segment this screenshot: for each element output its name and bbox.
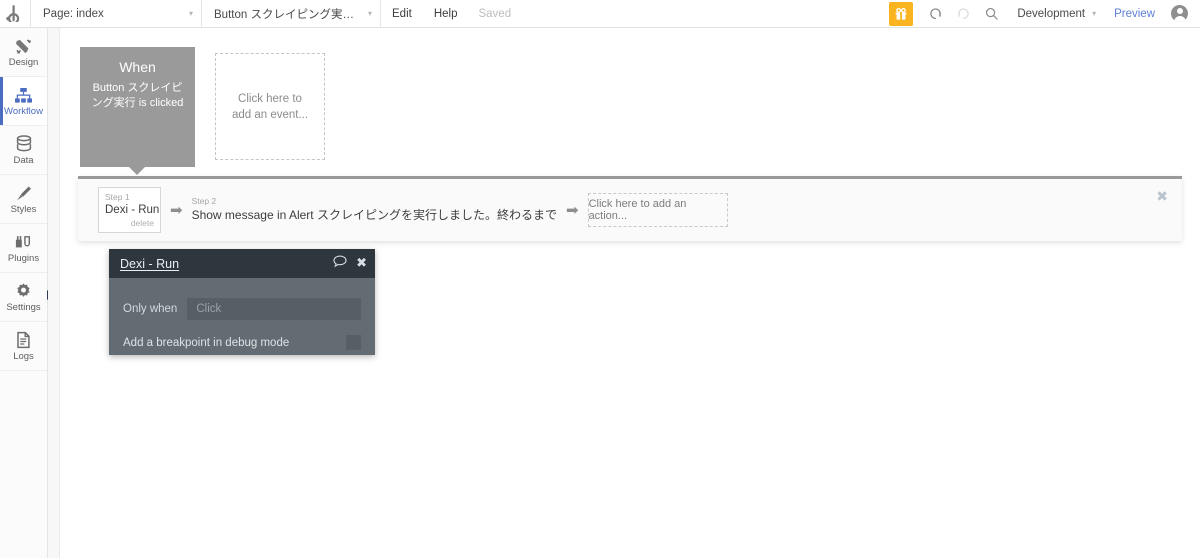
arrow-right-icon: ➡: [565, 201, 579, 219]
workflow-icon: [14, 85, 33, 105]
step-title: Show message in Alert スクレイピングを実行しました。終わる…: [191, 207, 557, 222]
search-icon[interactable]: [979, 2, 1003, 26]
event-pointer-icon: [129, 167, 145, 175]
event-description: Button スクレイピング実行 is clicked: [91, 82, 184, 109]
page-selector-label: Page: index: [43, 7, 104, 20]
logo-glyph: [6, 5, 20, 22]
step-title: Dexi - Run: [105, 204, 160, 216]
bubble-logo-icon[interactable]: [0, 0, 30, 27]
chevron-down-icon: ▾: [188, 8, 193, 18]
logs-icon: [15, 330, 32, 350]
environment-label: Development: [1017, 7, 1086, 20]
gift-icon[interactable]: [889, 1, 914, 26]
workflow-event-card[interactable]: When Button スクレイピング実行 is clicked: [80, 47, 195, 167]
environment-selector[interactable]: Development ▾: [1005, 8, 1102, 20]
property-panel-header-icons: ✖: [333, 255, 367, 273]
sidebar-item-logs[interactable]: Logs: [0, 322, 47, 371]
action-step-1[interactable]: Step 1 Dexi - Run delete: [98, 187, 161, 233]
step-number-label: Step 2: [191, 195, 217, 206]
add-event-placeholder[interactable]: Click here to add an event...: [215, 53, 325, 160]
property-panel-body: Only when Click Add a breakpoint in debu…: [109, 278, 375, 350]
gear-glyph: [17, 283, 30, 297]
sidebar-item-workflow[interactable]: Workflow: [0, 77, 47, 126]
only-when-input[interactable]: Click: [187, 298, 361, 320]
sidebar-item-label: Plugins: [7, 253, 40, 265]
sidebar-item-plugins[interactable]: Plugins: [0, 224, 47, 273]
undo-icon[interactable]: [923, 2, 947, 26]
design-glyph: [15, 39, 32, 54]
close-icon[interactable]: ✖: [1156, 189, 1168, 205]
only-when-label: Only when: [123, 303, 178, 315]
breakpoint-label: Add a breakpoint in debug mode: [123, 336, 290, 349]
action-step-2[interactable]: Step 2 Show message in Alert スクレイピングを実行し…: [192, 196, 557, 225]
plugins-icon: [14, 232, 33, 252]
sidebar-item-styles[interactable]: Styles: [0, 175, 47, 224]
sidebar-item-label: Settings: [6, 302, 41, 314]
step-number-label: Step 1: [105, 192, 130, 202]
event-selector-label: Button スクレイピング実行 is clic...: [214, 8, 356, 21]
arrow-right-icon: ➡: [170, 201, 183, 219]
redo-glyph: [957, 8, 969, 19]
comment-glyph: [333, 255, 347, 267]
close-icon[interactable]: ✖: [356, 256, 367, 271]
breakpoint-row: Add a breakpoint in debug mode: [123, 335, 361, 350]
event-selector[interactable]: Button スクレイピング実行 is clic... ▾: [202, 0, 380, 27]
gift-glyph: [895, 7, 907, 20]
design-icon: [14, 36, 33, 56]
preview-button[interactable]: Preview: [1102, 8, 1167, 20]
delete-step-button[interactable]: delete: [105, 218, 154, 229]
gear-icon: [14, 281, 33, 301]
property-panel-header[interactable]: Dexi - Run ✖: [109, 249, 375, 278]
workflow-glyph: [15, 87, 32, 103]
help-button[interactable]: Help: [423, 0, 469, 27]
actions-bar: Step 1 Dexi - Run delete ➡ Step 2 Show m…: [78, 176, 1182, 241]
bubble-editor-window: Page: index ▾ Button スクレイピング実行 is clic..…: [0, 0, 1200, 558]
sidebar-item-label: Logs: [13, 351, 34, 363]
search-glyph: [985, 7, 998, 20]
redo-icon[interactable]: [951, 2, 975, 26]
left-sidebar: Design Workflow Data Styles Plugins Sett…: [0, 28, 53, 558]
avatar[interactable]: [1171, 5, 1188, 22]
property-panel-title[interactable]: Dexi - Run: [120, 257, 179, 271]
sidebar-item-settings[interactable]: Settings: [0, 273, 47, 322]
save-status: Saved: [478, 7, 512, 20]
undo-glyph: [930, 8, 941, 19]
top-toolbar-right: Development ▾ Preview: [889, 0, 1200, 27]
sidebar-item-label: Workflow: [4, 106, 43, 118]
sidebar-item-label: Styles: [10, 204, 37, 216]
top-toolbar: Page: index ▾ Button スクレイピング実行 is clic..…: [0, 0, 1200, 28]
brush-glyph: [17, 186, 32, 201]
sidebar-item-design[interactable]: Design: [0, 28, 47, 77]
only-when-row: Only when Click: [123, 298, 361, 320]
breakpoint-checkbox[interactable]: [346, 335, 361, 350]
canvas-gutter: [48, 28, 60, 558]
edit-button[interactable]: Edit: [381, 0, 423, 27]
chevron-down-icon: ▾: [367, 8, 372, 18]
sidebar-item-data[interactable]: Data: [0, 126, 47, 175]
document-glyph: [17, 331, 30, 348]
page-selector[interactable]: Page: index ▾: [31, 0, 201, 27]
database-glyph: [16, 135, 31, 152]
plug-glyph: [15, 236, 31, 248]
sidebar-item-label: Design: [8, 57, 39, 69]
action-property-panel: Dexi - Run ✖ Only when Click Add a break…: [109, 249, 375, 355]
styles-icon: [14, 183, 33, 203]
data-icon: [15, 134, 33, 154]
comment-icon[interactable]: [333, 255, 347, 273]
event-when-label: When: [119, 59, 156, 75]
sidebar-item-label: Data: [13, 155, 34, 167]
chevron-down-icon: ▾: [1092, 9, 1097, 18]
add-action-placeholder[interactable]: Click here to add an action...: [587, 193, 728, 227]
actions-bar-content: Step 1 Dexi - Run delete ➡ Step 2 Show m…: [78, 179, 1182, 241]
